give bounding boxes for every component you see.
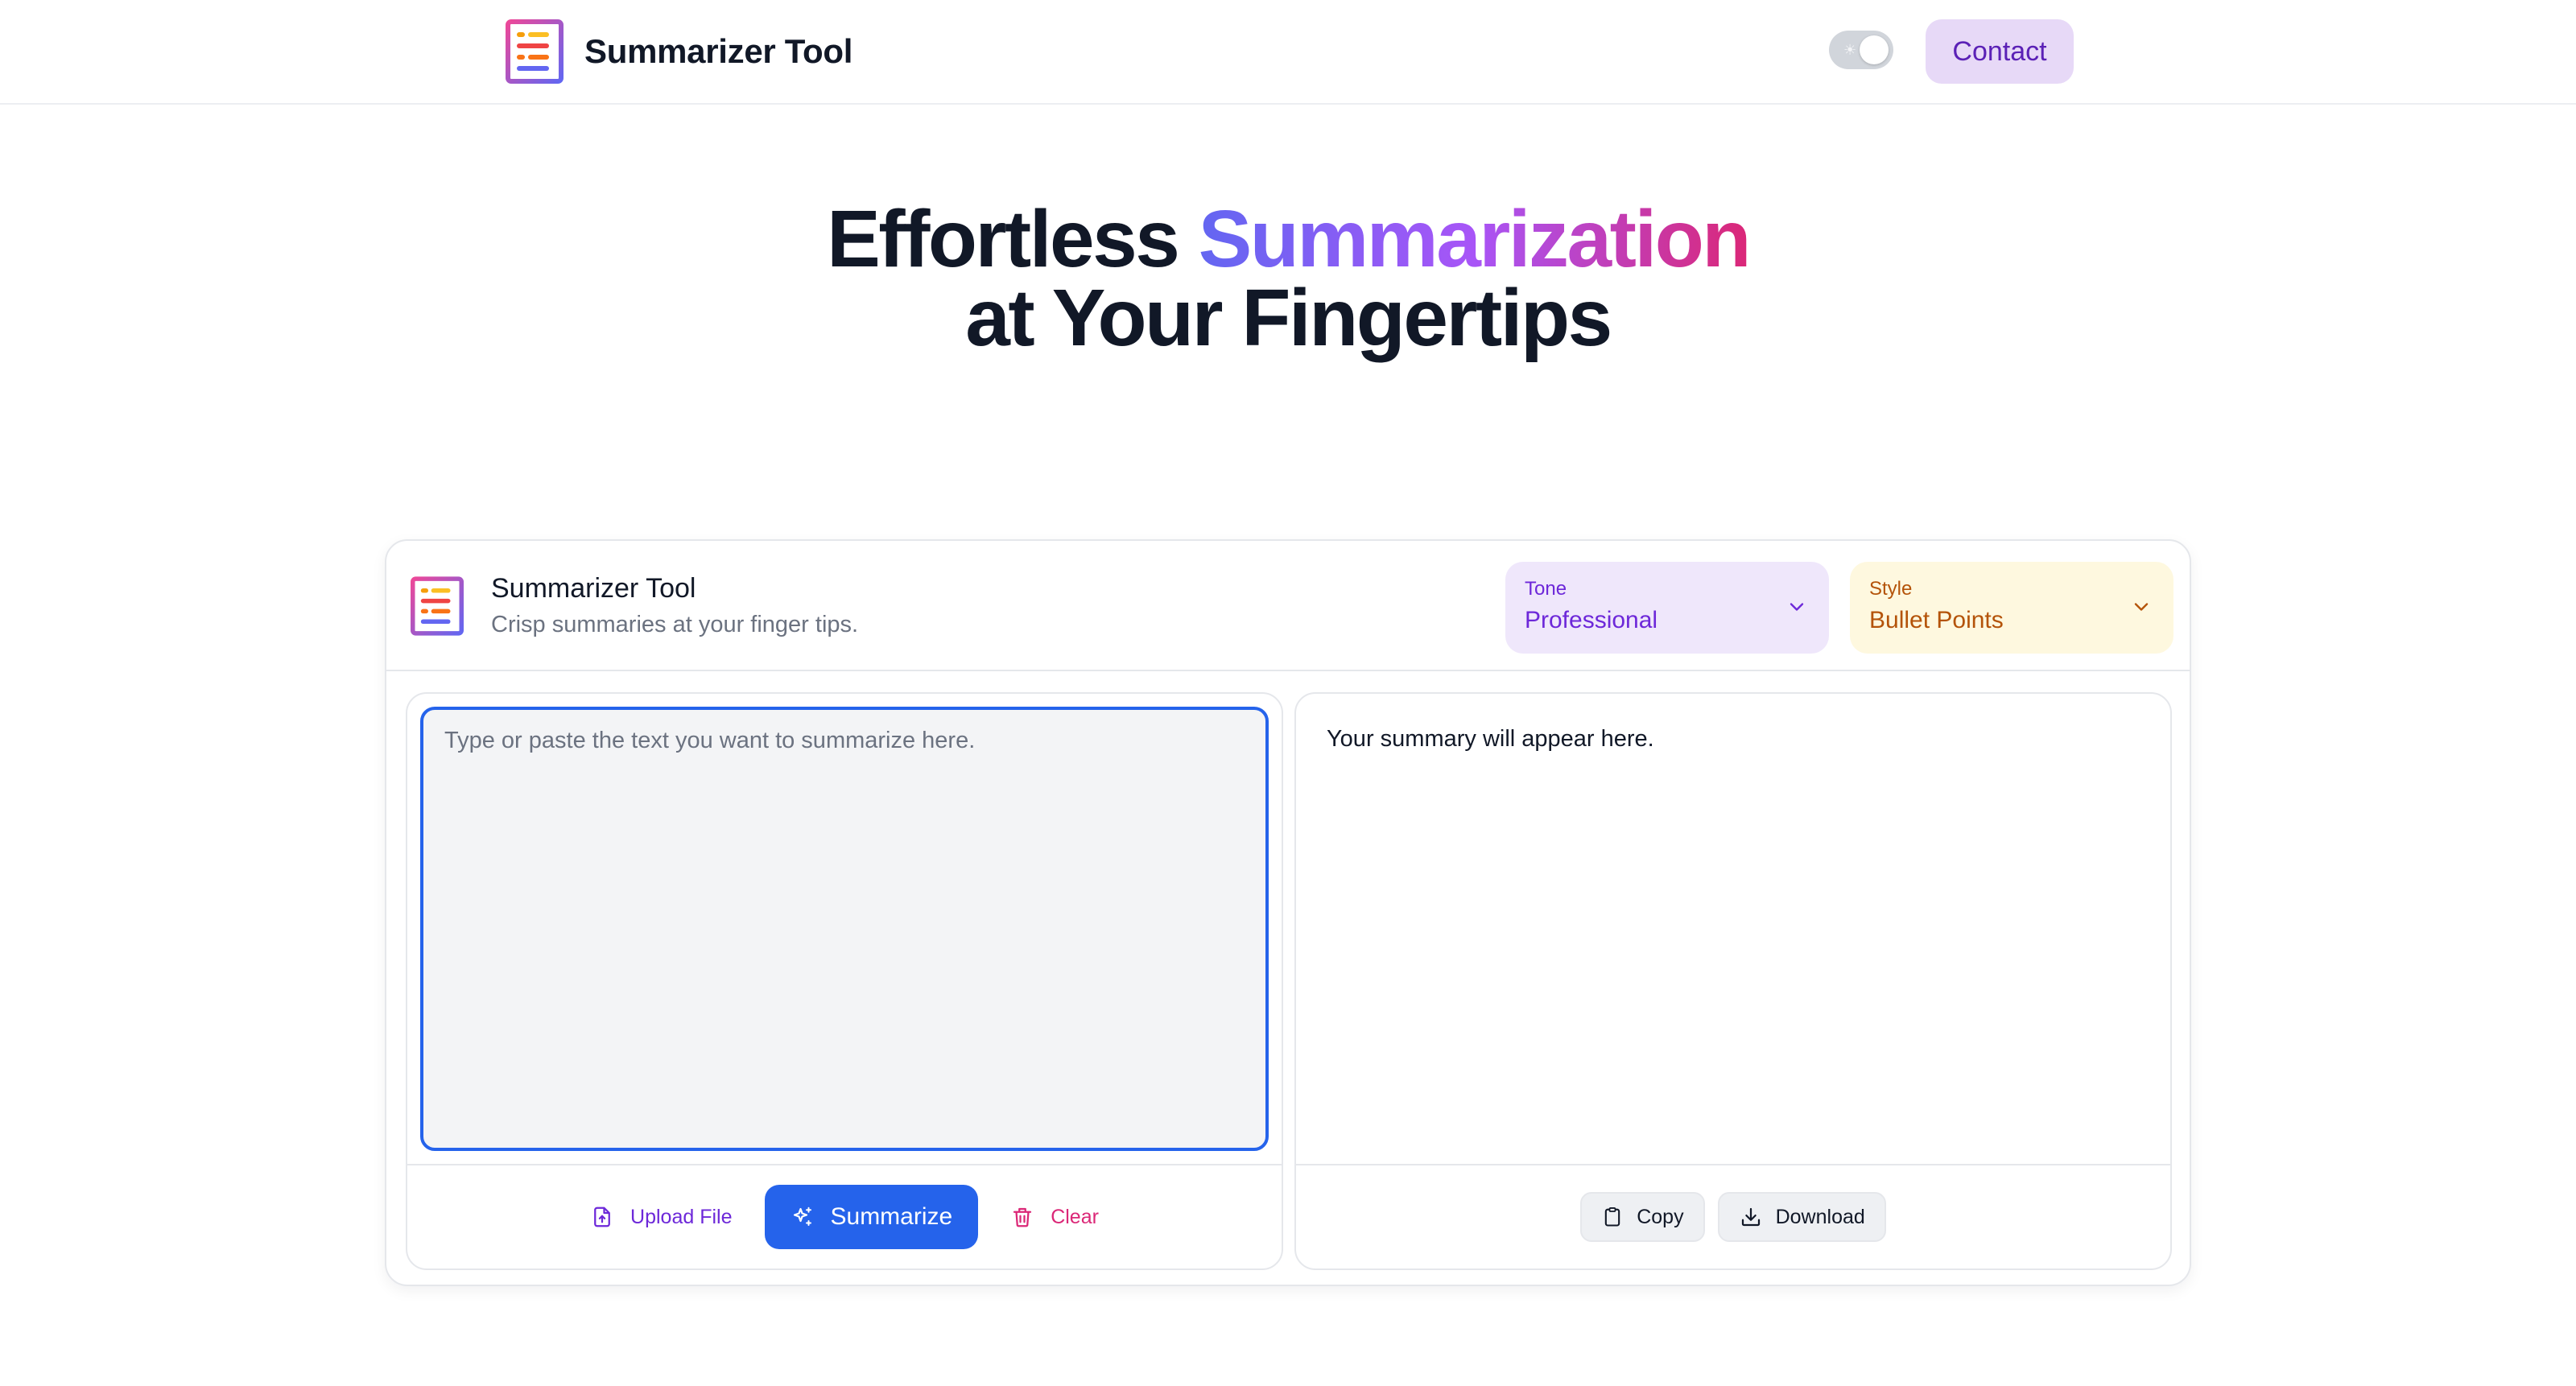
input-actions: Upload File Summarize Clear: [407, 1164, 1282, 1268]
card-header: Summarizer Tool Crisp summaries at your …: [386, 541, 2190, 671]
hero-line1-plain: Effortless: [827, 194, 1199, 284]
download-button[interactable]: Download: [1717, 1192, 1886, 1242]
summarize-label: Summarize: [830, 1203, 953, 1230]
hero-heading: Effortless Summarization at Your Fingert…: [0, 199, 2576, 358]
hero-highlight: Summarization: [1198, 194, 1752, 284]
download-icon: [1741, 1207, 1760, 1227]
tone-label: Tone: [1525, 578, 1567, 600]
top-nav: Summarizer Tool ☀ Contact: [0, 0, 2576, 105]
toggle-knob: [1860, 35, 1889, 64]
style-value: Bullet Points: [1869, 607, 2004, 633]
upload-file-label: Upload File: [630, 1205, 733, 1228]
input-panel: Upload File Summarize Clear: [406, 692, 1283, 1270]
contact-button[interactable]: Contact: [1926, 19, 2074, 84]
copy-label: Copy: [1637, 1205, 1684, 1228]
sun-icon: ☀: [1843, 42, 1857, 58]
sparkles-icon: [793, 1207, 811, 1226]
chevron-down-icon: [2134, 603, 2149, 611]
brand[interactable]: Summarizer Tool: [506, 19, 852, 84]
logo-icon: [506, 19, 564, 84]
download-label: Download: [1775, 1205, 1865, 1228]
chevron-down-icon: [1790, 603, 1804, 611]
summarize-button[interactable]: Summarize: [764, 1185, 979, 1249]
clear-button[interactable]: Clear: [1010, 1205, 1099, 1229]
tone-value: Professional: [1525, 607, 1658, 633]
style-select[interactable]: Style Bullet Points: [1850, 562, 2174, 654]
brand-title: Summarizer Tool: [584, 32, 853, 70]
upload-file-icon: [594, 1207, 610, 1227]
output-panel: Your summary will appear here. Copy Down…: [1294, 692, 2172, 1270]
theme-toggle[interactable]: ☀: [1829, 31, 1893, 69]
source-text-input[interactable]: [420, 707, 1269, 1151]
output-actions: Copy Download: [1296, 1164, 2170, 1268]
hero-line2: at Your Fingertips: [965, 273, 1612, 363]
trash-icon: [1013, 1207, 1032, 1227]
clear-label: Clear: [1051, 1205, 1099, 1228]
card-subtitle: Crisp summaries at your finger tips.: [491, 612, 859, 637]
style-label: Style: [1869, 578, 1913, 600]
tone-select[interactable]: Tone Professional: [1505, 562, 1829, 654]
clipboard-icon: [1605, 1207, 1620, 1227]
card-title: Summarizer Tool: [491, 573, 696, 604]
summarizer-card: Summarizer Tool Crisp summaries at your …: [385, 539, 2191, 1286]
summary-output: Your summary will appear here.: [1327, 726, 1654, 752]
upload-file-button[interactable]: Upload File: [590, 1205, 733, 1229]
logo-icon: [411, 576, 464, 636]
copy-button[interactable]: Copy: [1580, 1192, 1705, 1242]
